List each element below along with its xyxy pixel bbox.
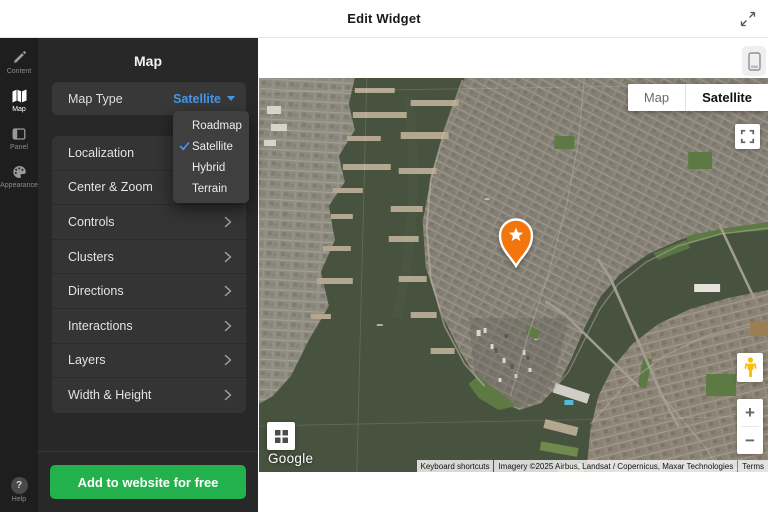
section-row-width-height[interactable]: Width & Height <box>52 378 246 413</box>
map-type-dropdown: Roadmap Satellite Hybrid Terrain <box>173 111 249 203</box>
palette-icon <box>11 164 28 180</box>
zoom-control: + − <box>737 399 763 454</box>
dropdown-option-hybrid[interactable]: Hybrid <box>173 157 249 178</box>
map-type-select[interactable]: Satellite <box>173 92 235 106</box>
widget-preview: Map Satellite + <box>258 38 768 512</box>
map-view-button[interactable]: Map <box>628 84 685 111</box>
sidebar-item-label: Appearance <box>0 182 38 190</box>
map-attribution: Keyboard shortcuts Imagery ©2025 Airbus,… <box>417 460 768 472</box>
help-icon: ? <box>11 477 28 494</box>
map-type-value: Satellite <box>173 92 221 106</box>
map-type-label: Map Type <box>68 92 123 106</box>
satellite-view-button[interactable]: Satellite <box>686 84 768 111</box>
chevron-right-icon <box>224 389 232 401</box>
dropdown-option-satellite[interactable]: Satellite <box>173 136 249 157</box>
sidebar-item-appearance[interactable]: Appearance <box>0 158 38 196</box>
chevron-right-icon <box>224 320 232 332</box>
zoom-out-button[interactable]: − <box>737 427 763 454</box>
map-type-toggle: Map Satellite <box>628 84 768 111</box>
chevron-right-icon <box>224 285 232 297</box>
grid-icon <box>275 430 288 443</box>
section-row-layers[interactable]: Layers <box>52 344 246 379</box>
chevron-down-icon <box>227 96 235 101</box>
sidebar-item-label: Content <box>7 68 32 76</box>
add-to-website-button[interactable]: Add to website for free <box>50 465 246 499</box>
imagery-credit: Imagery ©2025 Airbus, Landsat / Copernic… <box>494 460 737 472</box>
sidebar-item-label: Map <box>12 106 26 114</box>
section-row-interactions[interactable]: Interactions <box>52 309 246 344</box>
chevron-right-icon <box>224 251 232 263</box>
panel-icon <box>11 126 27 142</box>
map-marker-pin[interactable] <box>496 218 536 268</box>
pegman-button[interactable] <box>737 353 763 382</box>
google-logo[interactable]: Google <box>268 451 313 466</box>
sidebar-item-label: Panel <box>10 144 28 152</box>
google-map-canvas[interactable]: Map Satellite + <box>259 78 768 472</box>
pencil-icon <box>11 50 27 66</box>
page-title: Edit Widget <box>347 11 421 26</box>
sidebar-item-map[interactable]: Map <box>0 82 38 120</box>
widget-editor: Edit Widget Content Map <box>0 0 768 512</box>
pegman-icon <box>744 357 757 378</box>
mobile-preview-button[interactable] <box>742 46 766 76</box>
sidebar-rail: Content Map Panel Appearance ? <box>0 38 38 512</box>
dropdown-option-roadmap[interactable]: Roadmap <box>173 115 249 136</box>
expand-icon <box>739 10 757 28</box>
terms-link[interactable]: Terms <box>738 460 768 472</box>
fullscreen-button[interactable] <box>735 124 760 149</box>
tile-layer-button[interactable] <box>267 422 295 450</box>
satellite-imagery <box>259 78 768 472</box>
help-label: Help <box>12 496 26 504</box>
chevron-right-icon <box>224 216 232 228</box>
sidebar-item-panel[interactable]: Panel <box>0 120 38 158</box>
section-row-controls[interactable]: Controls <box>52 205 246 240</box>
panel-title: Map <box>38 38 258 82</box>
section-row-directions[interactable]: Directions <box>52 274 246 309</box>
check-icon <box>179 141 190 152</box>
panel-footer: Add to website for free <box>38 451 258 512</box>
chevron-right-icon <box>224 354 232 366</box>
section-row-clusters[interactable]: Clusters <box>52 240 246 275</box>
zoom-in-button[interactable]: + <box>737 399 763 426</box>
keyboard-shortcuts-link[interactable]: Keyboard shortcuts <box>417 460 494 472</box>
expand-button[interactable] <box>736 7 760 31</box>
map-icon <box>11 88 28 104</box>
settings-panel: Map Map Type Satellite Localization Cent… <box>38 38 258 512</box>
sidebar-item-content[interactable]: Content <box>0 44 38 82</box>
phone-icon <box>748 52 761 71</box>
fullscreen-icon <box>740 129 755 144</box>
help-button[interactable]: ? Help <box>11 477 28 504</box>
topbar: Edit Widget <box>0 0 768 38</box>
dropdown-option-terrain[interactable]: Terrain <box>173 178 249 199</box>
